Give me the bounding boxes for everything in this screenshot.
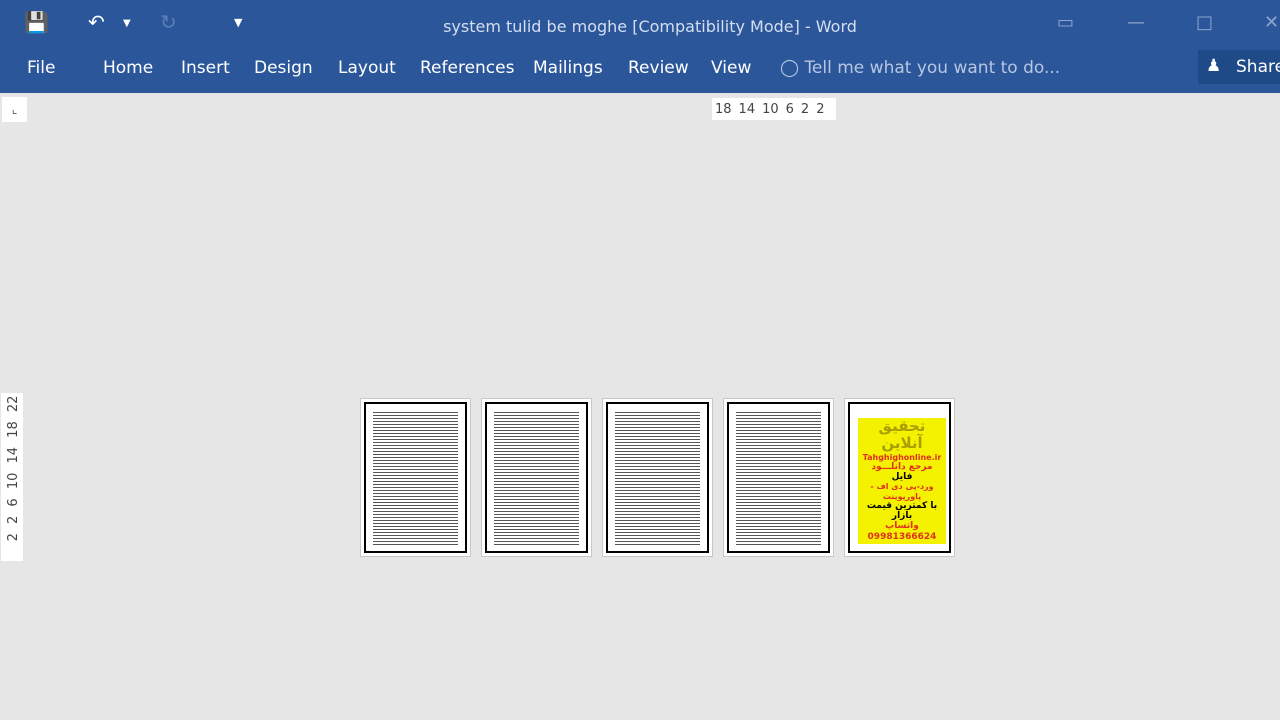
page-text <box>494 410 579 545</box>
ruler-tick: 18 <box>715 101 732 117</box>
tab-mailings[interactable]: Mailings <box>533 58 603 78</box>
tell-me-placeholder: Tell me what you want to do... <box>804 58 1061 78</box>
page-thumbnail-5[interactable]: تحقیق آنلاین Tahghighonline.ir مرجع دانل… <box>844 398 955 557</box>
page-thumbnail-4[interactable] <box>723 398 834 557</box>
tab-references[interactable]: References <box>420 58 514 78</box>
page-text <box>615 410 700 545</box>
ad-line: ورد-پی دی اف - پاورپوینت <box>870 482 934 501</box>
tab-file[interactable]: File <box>27 58 55 78</box>
horizontal-ruler[interactable]: 18 14 10 6 2 2 <box>712 98 836 120</box>
minimize-icon[interactable]: — <box>1127 12 1145 33</box>
vertical-ruler-ticks: 2 2 6 10 14 18 22 <box>6 395 21 542</box>
ad-site: Tahghighonline.ir <box>862 452 942 462</box>
tab-design[interactable]: Design <box>254 58 313 78</box>
ruler-tick: 14 <box>738 101 756 117</box>
tab-stop-selector[interactable]: ⌞ <box>2 97 27 122</box>
ad-line: مرجع دانلـــود <box>871 461 933 472</box>
tab-insert[interactable]: Insert <box>181 58 230 78</box>
ad-title: تحقیق آنلاین <box>878 417 926 453</box>
page-thumbnail-1[interactable] <box>360 398 471 557</box>
advertisement-image: تحقیق آنلاین Tahghighonline.ir مرجع دانل… <box>858 417 946 544</box>
ruler-tick: 10 <box>762 101 779 117</box>
share-label: Share <box>1236 57 1280 77</box>
page-thumbnail-3[interactable] <box>602 398 713 557</box>
ruler-tick: 2 <box>800 101 810 117</box>
tab-view[interactable]: View <box>711 58 751 78</box>
lightbulb-icon: ◯ <box>780 58 800 78</box>
vertical-ruler[interactable]: 2 2 6 10 14 18 22 <box>1 393 23 561</box>
window-title: system tulid be moghe [Compatibility Mod… <box>443 17 857 36</box>
ribbon-display-options-icon[interactable]: ▭ <box>1057 12 1074 33</box>
page-thumbnail-2[interactable] <box>481 398 592 557</box>
share-button[interactable]: ♟ Share <box>1198 50 1280 84</box>
ad-line: فایل <box>891 472 913 483</box>
title-bar: 💾 ↶ ▼ ↻ ▼ system tulid be moghe [Compati… <box>0 0 1280 48</box>
tab-layout[interactable]: Layout <box>338 58 396 78</box>
ribbon-tabs: File Home Insert Design Layout Reference… <box>0 48 1280 93</box>
tab-review[interactable]: Review <box>628 58 689 78</box>
page-text <box>373 410 458 545</box>
maximize-icon[interactable]: □ <box>1196 12 1213 33</box>
ruler-tick: 6 <box>785 101 794 117</box>
tell-me-search[interactable]: ◯ Tell me what you want to do... <box>780 58 1060 78</box>
tab-home[interactable]: Home <box>103 58 153 78</box>
close-icon[interactable]: ✕ <box>1264 12 1279 33</box>
ruler-tick: 2 <box>816 101 825 117</box>
ad-line: با کمترین قیمت بازار <box>866 500 938 522</box>
ad-line: واتساپ <box>885 521 919 532</box>
page-text <box>736 410 821 545</box>
person-add-icon: ♟ <box>1206 56 1222 76</box>
ad-phone: 09981366624 <box>867 531 937 542</box>
